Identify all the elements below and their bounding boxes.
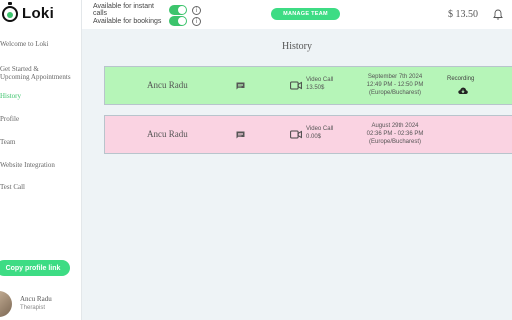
call-info: Video Call 13.50$ — [306, 76, 333, 92]
top-header: Available for instant calls i Available … — [82, 0, 512, 29]
time-range: 12:49 PM - 12:50 PM — [366, 82, 424, 88]
call-amount: 13.50$ — [306, 85, 325, 91]
logo-icon — [2, 1, 18, 22]
call-date: September 7th 2024 12:49 PM - 12:50 PM (… — [355, 73, 435, 97]
sidebar-item-history[interactable]: History — [0, 92, 21, 101]
call-type: Video Call — [306, 77, 334, 83]
sidebar-item-website-integration[interactable]: Website Integration — [0, 161, 55, 170]
call-date: August 29th 2024 02:36 PM - 02:36 PM (Eu… — [355, 122, 435, 146]
call-amount: 0.00$ — [306, 134, 322, 140]
app-name: Loki — [22, 5, 55, 22]
date-text: September 7th 2024 — [367, 74, 423, 80]
bookings-toggle[interactable] — [169, 16, 187, 26]
sidebar-item-welcome[interactable]: Welcome to Loki — [0, 40, 48, 49]
video-camera-icon — [290, 81, 302, 90]
info-icon[interactable]: i — [192, 16, 201, 26]
avatar — [0, 291, 12, 317]
bookings-row: Available for bookings i — [93, 16, 201, 26]
bookings-label: Available for bookings — [93, 17, 162, 25]
time-range: 02:36 PM - 02:36 PM — [366, 131, 424, 137]
history-record[interactable]: Ancu Radu Video Call 0.00$ August 29th 2… — [104, 115, 512, 154]
info-icon[interactable]: i — [192, 5, 201, 15]
instant-calls-toggle[interactable] — [169, 5, 187, 15]
logo[interactable]: Loki — [2, 1, 55, 22]
recording-label: Recording — [447, 76, 475, 82]
call-info: Video Call 0.00$ — [306, 125, 333, 141]
profile-name: Ancu Radu — [20, 295, 52, 303]
manage-team-button[interactable]: MANAGE TEAM — [271, 8, 340, 20]
user-profile[interactable]: Ancu Radu Therapist — [0, 290, 82, 320]
sidebar-item-test-call[interactable]: Test Call — [0, 183, 25, 192]
chat-icon[interactable] — [236, 131, 245, 139]
cloud-download-icon[interactable] — [458, 87, 468, 95]
sidebar-item-team[interactable]: Team — [0, 138, 15, 147]
client-name: Ancu Radu — [147, 80, 188, 90]
history-record[interactable]: Ancu Radu Video Call 13.50$ September 7t… — [104, 66, 512, 105]
sidebar-item-profile[interactable]: Profile — [0, 115, 19, 124]
instant-calls-row: Available for instant calls i — [93, 3, 201, 17]
copy-profile-link-button[interactable]: Copy profile link — [0, 260, 70, 276]
balance: $ 13.50 — [448, 9, 478, 20]
timezone: (Europe/Bucharest) — [368, 90, 422, 96]
call-type: Video Call — [306, 126, 334, 132]
page-title: History — [282, 41, 312, 52]
sidebar-item-upcoming-appointments[interactable]: Upcoming Appointments — [0, 73, 71, 82]
profile-role: Therapist — [20, 305, 46, 311]
sidebar: Loki Welcome to Loki Get Started & Upcom… — [0, 0, 82, 320]
client-name: Ancu Radu — [147, 129, 188, 139]
main-content: History Ancu Radu Video Call 13.50$ Sept… — [82, 29, 512, 320]
bell-icon[interactable] — [493, 9, 503, 20]
chat-icon[interactable] — [236, 82, 245, 90]
date-text: August 29th 2024 — [371, 123, 419, 129]
instant-calls-label: Available for instant calls — [93, 3, 154, 17]
video-camera-icon — [290, 130, 302, 139]
timezone: (Europe/Bucharest) — [368, 139, 422, 145]
